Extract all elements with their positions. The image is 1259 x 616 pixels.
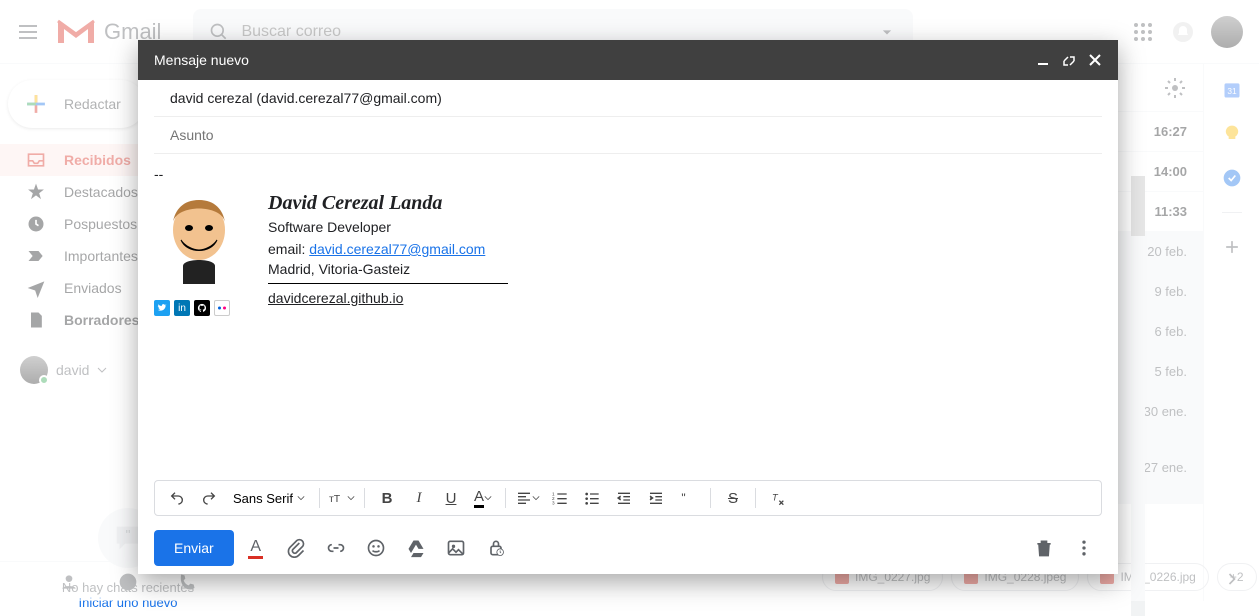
- compose-to-field[interactable]: david cerezal (david.cerezal77@gmail.com…: [154, 80, 1102, 117]
- compose-window: Mensaje nuevo david cerezal (david.cerez…: [138, 40, 1118, 574]
- separator: [364, 488, 365, 508]
- chevron-down-icon: [532, 494, 540, 502]
- linkedin-icon[interactable]: in: [174, 300, 190, 316]
- compose-header[interactable]: Mensaje nuevo: [138, 40, 1118, 80]
- compose-to-value: david cerezal (david.cerezal77@gmail.com…: [170, 90, 442, 106]
- compose-footer: Enviar A: [138, 522, 1118, 574]
- more-options-button[interactable]: [1066, 530, 1102, 566]
- send-button[interactable]: Enviar: [154, 530, 234, 566]
- insert-photo-button[interactable]: [438, 530, 474, 566]
- signature-avatar: [154, 192, 244, 292]
- github-icon[interactable]: [194, 300, 210, 316]
- svg-text:": ": [681, 491, 685, 505]
- indent-less-button[interactable]: [610, 484, 638, 512]
- compose-body[interactable]: -- in: [138, 154, 1118, 480]
- insert-drive-button[interactable]: [398, 530, 434, 566]
- formatting-toggle-button[interactable]: A: [238, 530, 274, 566]
- separator: [505, 488, 506, 508]
- insert-link-button[interactable]: [318, 530, 354, 566]
- quote-button[interactable]: ": [674, 484, 702, 512]
- format-toolbar: Sans Serif тT B I U A 123 " S T: [154, 480, 1102, 516]
- svg-text:T: T: [772, 493, 779, 503]
- underline-button[interactable]: U: [437, 484, 465, 512]
- compose-subject-row: [154, 117, 1102, 154]
- italic-button[interactable]: I: [405, 484, 433, 512]
- remove-format-button[interactable]: T: [764, 484, 792, 512]
- signature-name: David Cerezal Landa: [268, 192, 508, 215]
- signature-location: Madrid, Vitoria-Gasteiz: [268, 261, 508, 277]
- discard-draft-button[interactable]: [1026, 530, 1062, 566]
- attach-file-button[interactable]: [278, 530, 314, 566]
- signature-separator: --: [154, 166, 1102, 182]
- text-color-button[interactable]: A: [469, 484, 497, 512]
- minimize-icon[interactable]: [1036, 53, 1050, 67]
- compose-title: Mensaje nuevo: [154, 52, 1036, 68]
- fullscreen-exit-icon[interactable]: [1062, 53, 1076, 67]
- svg-text:3: 3: [552, 501, 555, 506]
- bold-button[interactable]: B: [373, 484, 401, 512]
- insert-emoji-button[interactable]: [358, 530, 394, 566]
- font-name: Sans Serif: [233, 491, 293, 506]
- font-selector[interactable]: Sans Serif: [227, 491, 311, 506]
- separator: [710, 488, 711, 508]
- font-size-button[interactable]: тT: [328, 484, 356, 512]
- chevron-down-icon: [297, 494, 305, 502]
- indent-more-button[interactable]: [642, 484, 670, 512]
- strikethrough-button[interactable]: S: [719, 484, 747, 512]
- signature-email-line: email: david.cerezal77@gmail.com: [268, 241, 508, 257]
- social-icons: in: [154, 300, 244, 316]
- undo-button[interactable]: [163, 484, 191, 512]
- chevron-down-icon: [484, 494, 492, 502]
- signature-role: Software Developer: [268, 219, 508, 235]
- compose-subject-input[interactable]: [170, 127, 1086, 143]
- signature-email-link[interactable]: david.cerezal77@gmail.com: [309, 241, 485, 257]
- flickr-icon[interactable]: [214, 300, 230, 316]
- twitter-icon[interactable]: [154, 300, 170, 316]
- svg-text:тT: тT: [329, 493, 341, 505]
- separator: [755, 488, 756, 508]
- separator: [319, 488, 320, 508]
- numbered-list-button[interactable]: 123: [546, 484, 574, 512]
- confidential-mode-button[interactable]: [478, 530, 514, 566]
- redo-button[interactable]: [195, 484, 223, 512]
- signature-divider: [268, 283, 508, 284]
- signature-email-label: email:: [268, 241, 309, 257]
- chevron-down-icon: [347, 494, 355, 502]
- bullet-list-button[interactable]: [578, 484, 606, 512]
- email-signature: in David Cerezal Landa Software Develope…: [154, 192, 1102, 316]
- close-icon[interactable]: [1088, 53, 1102, 67]
- signature-website[interactable]: davidcerezal.github.io: [268, 290, 403, 306]
- align-button[interactable]: [514, 484, 542, 512]
